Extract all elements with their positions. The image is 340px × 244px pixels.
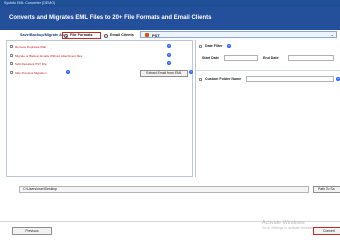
help-icon[interactable]: ? bbox=[227, 44, 231, 48]
previous-button[interactable]: Previous bbox=[12, 227, 52, 235]
chevron-down-icon[interactable]: ⌄ bbox=[331, 32, 334, 37]
date-filter-checkbox[interactable] bbox=[199, 45, 202, 48]
remove-duplicate-checkbox[interactable] bbox=[10, 45, 13, 48]
start-date-label: Start Date bbox=[202, 56, 219, 60]
path-to-save-button-label: Path To Sa bbox=[318, 187, 335, 191]
date-filter-label: Date Filter bbox=[205, 44, 223, 48]
options-panel: Remove Duplicate Mail ? Migrate or Backu… bbox=[6, 40, 193, 177]
window-title: SysInfo EML Converter (DEMO) bbox=[4, 1, 56, 5]
banner-title: Converts and Migrates EML Files to 20+ F… bbox=[9, 15, 212, 21]
destination-path-input[interactable]: C:\Users\user\Desktop bbox=[19, 186, 309, 193]
custom-folder-label: Custom Folder Name bbox=[205, 77, 242, 81]
extract-email-button-label: Extract Email from EML bbox=[146, 71, 182, 75]
convert-button-label: Convert bbox=[323, 229, 335, 233]
start-date-input[interactable] bbox=[224, 55, 258, 61]
filter-panel: Date Filter ? Start Date End Date Custom… bbox=[195, 40, 340, 177]
file-formats-label[interactable]: File Formats bbox=[70, 33, 93, 37]
custom-folder-checkbox[interactable] bbox=[199, 78, 202, 81]
help-icon[interactable]: ? bbox=[167, 44, 171, 48]
end-date-input[interactable] bbox=[288, 55, 334, 61]
window-titlebar: SysInfo EML Converter (DEMO) bbox=[0, 0, 340, 7]
split-pst-label: Split Resultant PST File bbox=[15, 62, 47, 66]
previous-button-label: Previous bbox=[25, 229, 39, 233]
end-date-label: End Date bbox=[263, 56, 279, 60]
divider bbox=[196, 70, 340, 71]
destination-path-value: C:\Users\user\Desktop bbox=[23, 187, 58, 191]
header-banner: Converts and Migrates EML Files to 20+ F… bbox=[0, 7, 340, 30]
without-attachment-checkbox[interactable] bbox=[10, 54, 13, 57]
format-select-value: PST bbox=[152, 32, 160, 38]
email-clients-label[interactable]: Email Clients bbox=[110, 33, 134, 37]
pst-file-icon bbox=[145, 33, 149, 37]
without-attachment-label: Migrate or Backup Emails Without Attachm… bbox=[15, 54, 83, 58]
split-pst-checkbox[interactable] bbox=[10, 62, 13, 65]
path-to-save-button[interactable]: Path To Sa bbox=[313, 186, 340, 193]
save-as-label: Save/Backup/Migrate As : bbox=[20, 33, 67, 37]
extract-email-button[interactable]: Extract Email from EML bbox=[140, 70, 188, 77]
help-icon[interactable]: ? bbox=[189, 70, 193, 74]
custom-folder-input[interactable] bbox=[246, 76, 334, 82]
format-select[interactable]: PST ⌄ bbox=[140, 31, 337, 38]
email-clients-radio[interactable] bbox=[104, 34, 108, 38]
help-icon[interactable]: ? bbox=[167, 61, 171, 65]
help-icon[interactable]: ? bbox=[336, 77, 340, 81]
skip-previous-label: Skip Previous Migration bbox=[15, 71, 47, 75]
file-formats-radio[interactable] bbox=[64, 34, 68, 38]
help-icon[interactable]: ? bbox=[66, 70, 70, 74]
skip-previous-checkbox[interactable] bbox=[10, 71, 13, 74]
activate-windows-subtext: Go to Settings to activate Windows. bbox=[262, 226, 316, 230]
remove-duplicate-label: Remove Duplicate Mail bbox=[15, 45, 46, 49]
convert-button[interactable]: Convert bbox=[313, 227, 340, 235]
help-icon[interactable]: ? bbox=[167, 53, 171, 57]
